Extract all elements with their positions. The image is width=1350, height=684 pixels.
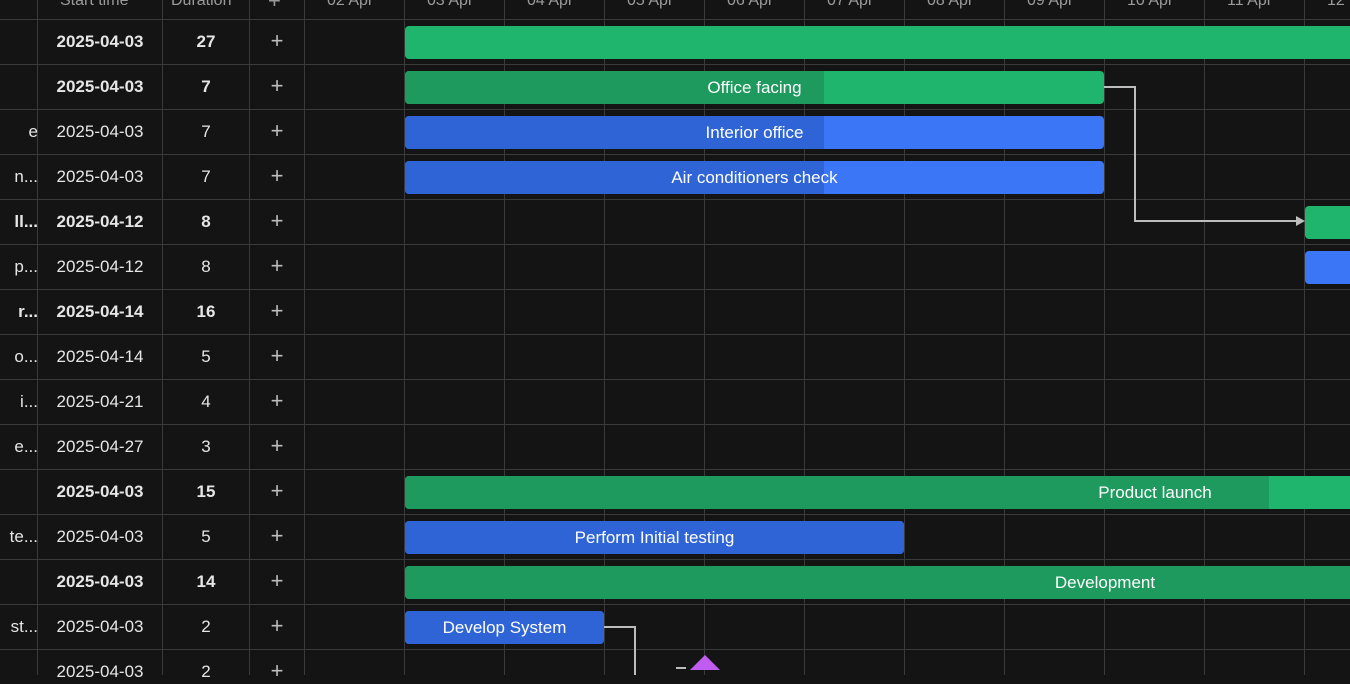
dependency-links — [604, 86, 1305, 675]
gantt-chart: Start time Duration + 02 Apr 03 Apr 04 A… — [0, 0, 1350, 683]
arrow-head-icon — [1296, 216, 1305, 226]
dependency-link[interactable] — [1104, 86, 1298, 222]
dependency-link[interactable] — [604, 626, 636, 675]
milestone-icon[interactable] — [690, 655, 720, 670]
